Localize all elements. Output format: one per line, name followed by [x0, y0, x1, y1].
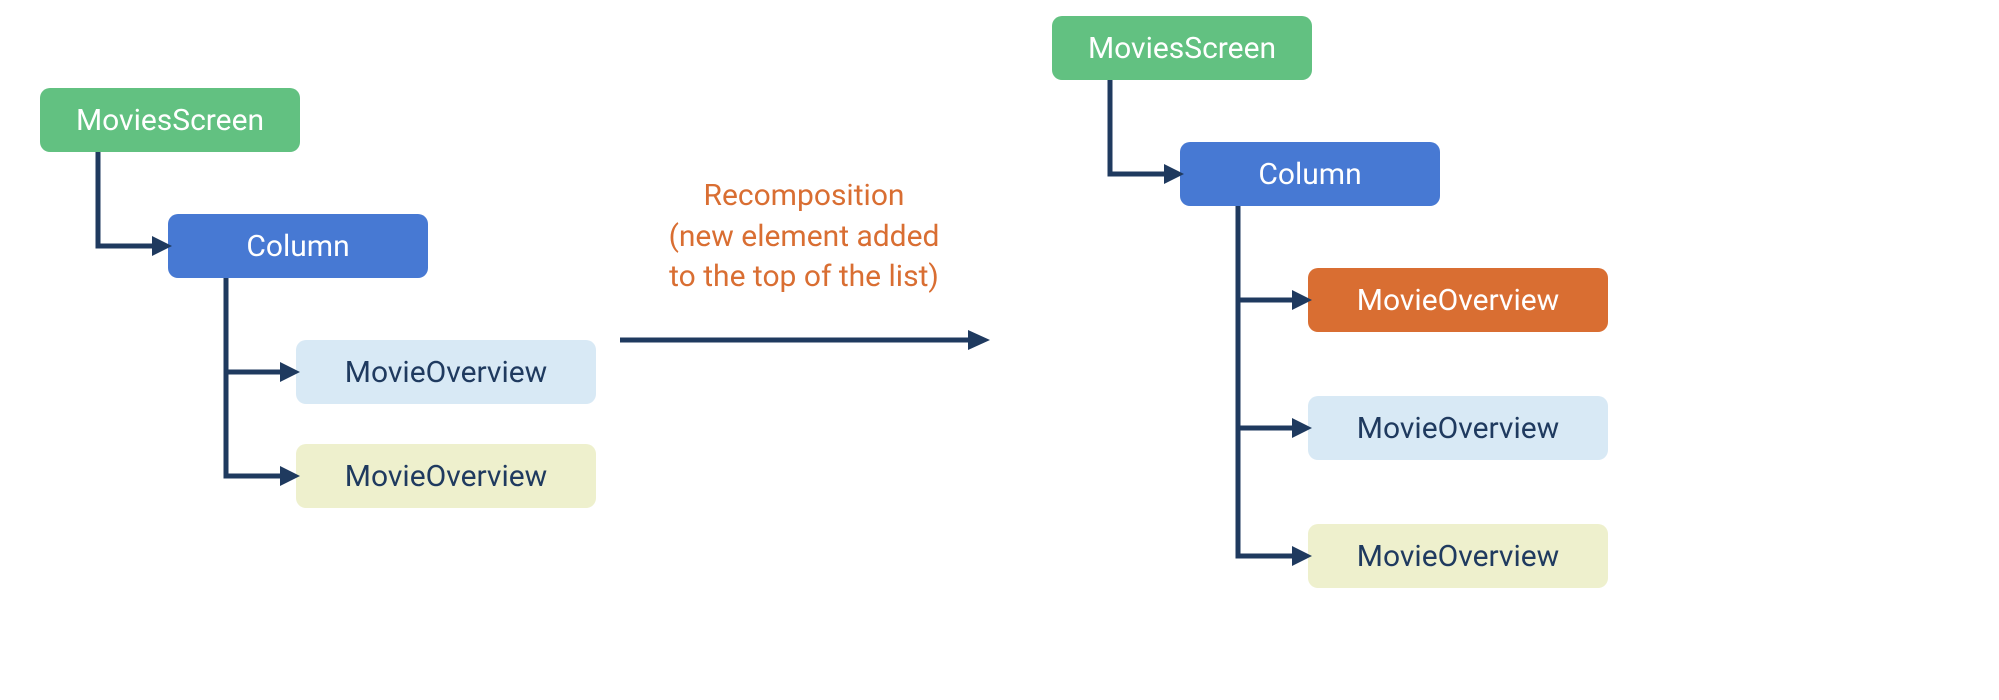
- right-column-to-children-arrows: [0, 0, 1500, 700]
